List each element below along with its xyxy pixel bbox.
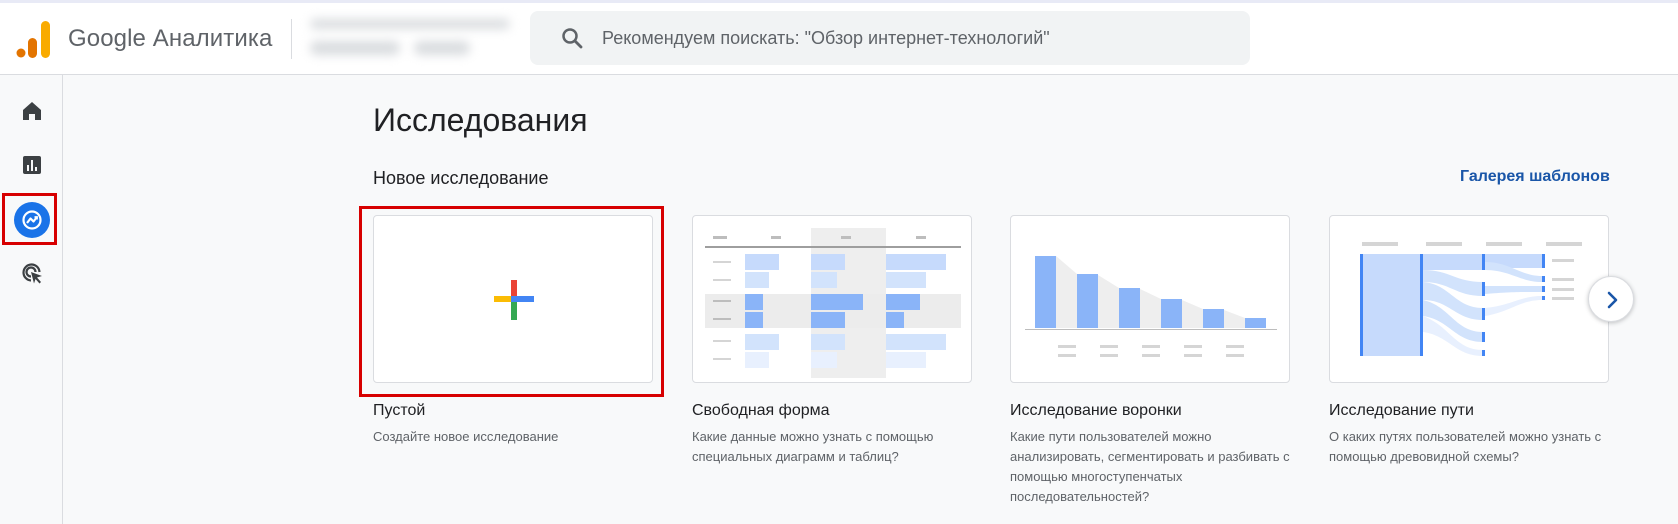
funnel-card-preview[interactable]	[1010, 215, 1290, 383]
explore-active-indicator	[14, 202, 50, 238]
funnel-chart-icon	[1025, 256, 1277, 357]
section-title: Новое исследование	[373, 168, 549, 188]
sidebar-item-advertising[interactable]	[12, 253, 52, 293]
chevron-right-icon	[1607, 291, 1618, 309]
page-title: Исследования	[373, 102, 588, 138]
sidebar-item-reports[interactable]	[12, 145, 52, 185]
home-icon	[23, 102, 41, 120]
explore-icon	[22, 210, 42, 230]
sidebar-item-home[interactable]	[12, 91, 52, 131]
free-form-card-preview[interactable]	[692, 215, 972, 383]
app-header: Google Аналитика Рекомендуем поискать: "…	[0, 3, 1678, 75]
blank-card-title[interactable]: Пустой	[373, 402, 425, 420]
app-brand: Google Аналитика	[68, 25, 273, 52]
blank-card-desc: Создайте новое исследование	[373, 429, 559, 444]
analytics-logo-icon[interactable]	[16, 20, 50, 58]
sidebar	[0, 75, 63, 524]
search-input[interactable]: Рекомендуем поискать: "Обзор интернет-те…	[602, 28, 1050, 49]
path-card-preview[interactable]	[1329, 215, 1609, 383]
funnel-card-title[interactable]: Исследование воронки	[1010, 402, 1182, 420]
sidebar-item-explore[interactable]	[2, 193, 57, 245]
funnel-card-desc: Какие пути пользователей можно анализиро…	[1010, 429, 1290, 504]
reports-icon	[23, 156, 41, 174]
path-card-title[interactable]: Исследование пути	[1329, 402, 1474, 420]
account-selector[interactable]	[306, 15, 516, 63]
table-preview-icon	[705, 228, 961, 378]
path-tree-icon	[1360, 242, 1582, 356]
search-icon	[562, 28, 583, 49]
carousel-next-button[interactable]	[1588, 276, 1634, 322]
free-form-card-title[interactable]: Свободная форма	[692, 402, 830, 420]
blank-card-highlight	[359, 206, 664, 397]
header-divider	[291, 19, 292, 59]
advertising-icon	[22, 263, 42, 284]
path-card-desc: О каких путях пользователей можно узнать…	[1329, 429, 1602, 464]
search-bar[interactable]: Рекомендуем поискать: "Обзор интернет-те…	[530, 11, 1250, 65]
free-form-card-desc: Какие данные можно узнать с помощью спец…	[692, 429, 934, 464]
template-gallery-link[interactable]: Галерея шаблонов	[1460, 168, 1610, 186]
